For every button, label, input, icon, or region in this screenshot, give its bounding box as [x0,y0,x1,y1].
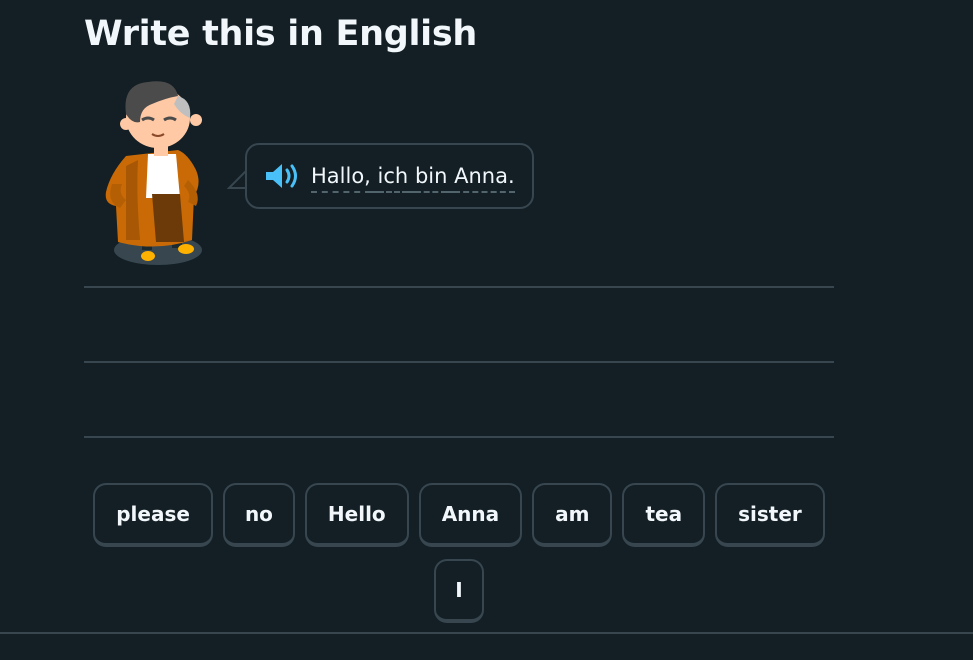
page-title: Write this in English [84,14,477,54]
prompt-space [408,164,415,193]
word-chip-please[interactable]: please [93,483,213,547]
prompt-space [447,164,455,193]
word-chip-i[interactable]: I [434,559,484,623]
answer-line [84,361,834,363]
word-chip-no[interactable]: no [222,483,295,547]
prompt-word[interactable]: bin [414,164,448,193]
word-chip-hello[interactable]: Hello [304,483,409,547]
word-chip-am[interactable]: am [532,483,613,547]
prompt-word[interactable]: Anna. [454,164,515,193]
word-chip-sister[interactable]: sister [715,483,825,547]
prompt-space [370,164,378,193]
answer-line [84,436,834,438]
word-bank: please no Hello Anna am tea sister I [84,483,834,623]
speaker-icon[interactable] [263,161,299,191]
word-chip-anna[interactable]: Anna [418,483,523,547]
answer-line [84,286,834,288]
speech-bubble: Hallo, ich bin Anna. [245,143,534,209]
prompt-word[interactable]: Hallo, [311,164,371,193]
prompt-sentence: Hallo, ich bin Anna. [311,159,515,193]
word-chip-tea[interactable]: tea [622,483,706,547]
lesson-page: Write this in English Hallo, ich bin Ann… [0,0,973,660]
prompt-word[interactable]: ich [377,164,409,193]
footer-divider [0,632,973,634]
anna-character-icon [105,81,202,265]
speech-bubble-tail [227,169,247,189]
